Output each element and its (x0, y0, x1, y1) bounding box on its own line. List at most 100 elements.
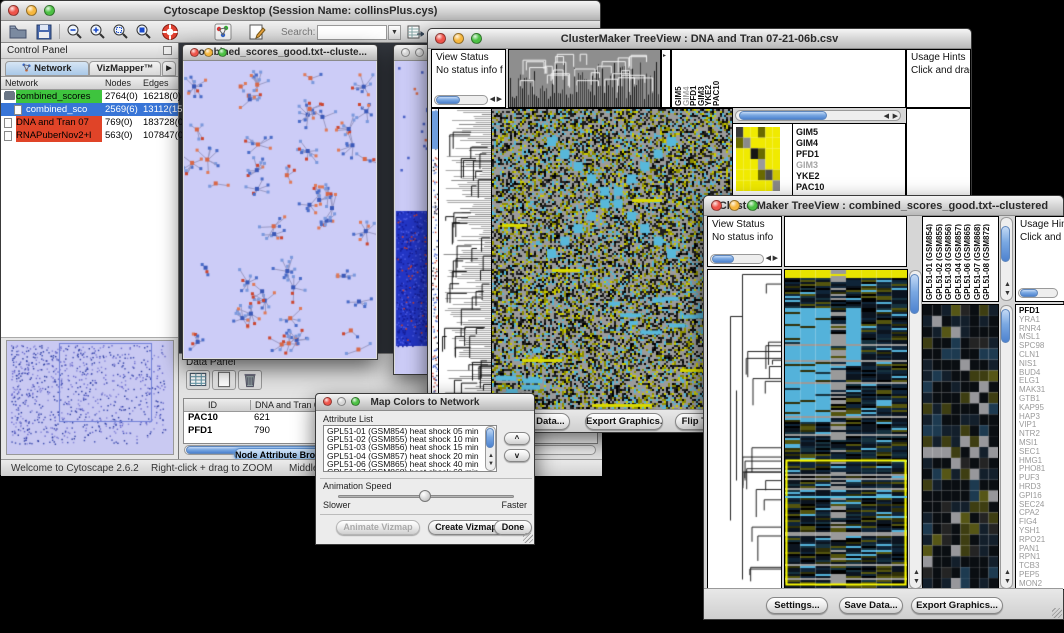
zoom-window-button[interactable] (351, 397, 360, 406)
close-button[interactable] (711, 200, 722, 211)
network-table-row[interactable]: RNAPuberNov2+l 563(0) 107847(0) (1, 129, 178, 142)
save-icon[interactable] (35, 23, 53, 41)
close-button[interactable] (401, 48, 410, 57)
network-table-row[interactable]: combined_sco 2569(6) 13112(15) (1, 103, 178, 116)
search-input[interactable] (317, 25, 387, 40)
tv1-column-dendrogram-panel[interactable] (508, 49, 661, 108)
treeview1-titlebar[interactable]: ClusterMaker TreeView : DNA and Tran 07-… (428, 29, 971, 49)
tv2-column-dendrogram-panel[interactable] (784, 216, 907, 267)
zoomed-heatmap[interactable] (736, 127, 780, 191)
zoom-window-button[interactable] (747, 200, 758, 211)
zoom-out-icon[interactable] (65, 23, 83, 41)
attribute-list-vscrollbar[interactable]: ▲ ▼ (485, 426, 496, 471)
resize-grip[interactable] (523, 533, 533, 543)
select-attributes-icon[interactable] (186, 370, 210, 390)
scroll-down-icon[interactable]: ▼ (488, 461, 494, 468)
scroll-left-icon[interactable]: ◀ (766, 255, 771, 262)
minimize-button[interactable] (729, 200, 740, 211)
zoom-in-icon[interactable] (88, 23, 106, 41)
annotation-icon[interactable] (248, 23, 266, 41)
row-dendrogram[interactable] (439, 109, 491, 410)
scroll-up-icon[interactable]: ▲ (1004, 569, 1011, 576)
scroll-right-icon[interactable]: ▶ (893, 113, 898, 120)
minimize-button[interactable] (26, 5, 37, 16)
network-table-row[interactable]: combined_scores 2764(0) 16218(0) (1, 90, 178, 103)
scroll-right-icon[interactable]: ▶ (773, 255, 778, 262)
tv2-zoom-vscrollbar[interactable]: ▲ ▼ (1000, 305, 1013, 589)
tv1-zoom-hscrollbar[interactable]: ◀ ▶ (735, 110, 901, 121)
search-dropdown-button[interactable]: ▼ (388, 25, 401, 40)
minimize-button[interactable] (204, 48, 213, 57)
scrollbar-thumb[interactable] (1001, 309, 1010, 343)
scroll-up-icon[interactable]: ▲ (913, 569, 920, 576)
usage-hscrollbar[interactable] (1018, 288, 1058, 298)
zoomed-heatmap[interactable] (923, 305, 998, 589)
minimize-button[interactable] (337, 397, 346, 406)
tab-network[interactable]: Network (5, 61, 89, 76)
speed-slider-thumb[interactable] (419, 490, 431, 502)
help-lifering-icon[interactable] (161, 23, 179, 41)
settings-button[interactable]: Settings... (766, 597, 828, 614)
scroll-up-icon[interactable]: ▲ (1004, 281, 1011, 288)
zoom-window-button[interactable] (471, 33, 482, 44)
minimize-button[interactable] (415, 48, 424, 57)
view-status-hscrollbar[interactable] (710, 254, 764, 264)
animate-vizmap-button[interactable]: Animate Vizmap (336, 520, 420, 535)
tv2-heatmap-vscrollbar[interactable]: ▲ ▼ (909, 270, 922, 589)
close-button[interactable] (190, 48, 199, 57)
tab-overflow-arrow[interactable]: ▶ (162, 61, 176, 76)
heatmap[interactable] (492, 109, 732, 410)
scrollbar-thumb[interactable] (739, 111, 827, 120)
move-down-button[interactable]: v (504, 449, 530, 462)
attribute-list[interactable]: GPL51-01 (GSM854) heat shock 05 minGPL51… (323, 425, 497, 472)
view-status-hscrollbar[interactable] (434, 95, 488, 105)
tv2-zoom-heatmap-panel[interactable] (922, 304, 999, 590)
export-table-icon[interactable] (406, 23, 424, 41)
attribute-item[interactable]: GPL51-07 (GSM868) heat shock 60 min (324, 468, 496, 472)
main-window-titlebar[interactable]: Cytoscape Desktop (Session Name: collins… (1, 1, 600, 21)
resize-grip[interactable] (1052, 608, 1062, 618)
heatmap[interactable] (785, 270, 907, 589)
move-up-button[interactable]: ^ (504, 432, 530, 445)
tv2-row-dendrogram-panel[interactable] (707, 269, 782, 590)
scrollbar-thumb[interactable] (712, 255, 734, 263)
close-button[interactable] (323, 397, 332, 406)
network-canvas[interactable] (184, 61, 376, 358)
tv1-row-dendrogram-panel[interactable] (438, 108, 492, 411)
scrollbar-thumb[interactable] (1020, 289, 1038, 297)
tv1-heatmap-panel[interactable] (491, 108, 733, 411)
close-button[interactable] (8, 5, 19, 16)
scroll-down-icon[interactable]: ▼ (1004, 290, 1011, 297)
scroll-up-icon[interactable]: ▲ (488, 453, 494, 460)
scrollbar-thumb[interactable] (486, 428, 494, 448)
scrollbar-thumb[interactable] (436, 96, 460, 104)
float-panel-icon[interactable] (163, 46, 172, 55)
minimize-button[interactable] (453, 33, 464, 44)
tv1-splitter-strip[interactable]: ▸ (661, 49, 671, 108)
zoom-fit-icon[interactable] (134, 23, 152, 41)
open-folder-icon[interactable] (9, 23, 27, 41)
column-dendrogram[interactable] (509, 50, 660, 107)
network-table-row[interactable]: DNA and Tran 07 769(0) 183728(0) (1, 116, 178, 129)
zoom-selected-icon[interactable] (111, 23, 129, 41)
scroll-right-icon[interactable]: ▶ (497, 96, 502, 103)
scrollbar-thumb[interactable] (910, 274, 919, 314)
tab-vizmapper[interactable]: VizMapper™ (89, 61, 161, 76)
zoom-window-button[interactable] (218, 48, 227, 57)
tv2-collabel-vscrollbar[interactable]: ▲ ▼ (1000, 217, 1013, 301)
export-graphics-button[interactable]: Export Graphics... (585, 413, 663, 430)
scroll-left-icon[interactable]: ◀ (884, 113, 889, 120)
delete-attribute-trash-icon[interactable] (238, 370, 262, 390)
scroll-down-icon[interactable]: ▼ (1004, 578, 1011, 585)
new-attribute-icon[interactable] (212, 370, 236, 390)
save-data-button[interactable]: Save Data... (839, 597, 903, 614)
expand-icon[interactable]: ▸ (663, 53, 666, 60)
scroll-down-icon[interactable]: ▼ (913, 578, 920, 585)
zoom-window-button[interactable] (44, 5, 55, 16)
create-vizmap-button[interactable]: Create Vizmap (428, 520, 504, 535)
tv2-heatmap-panel[interactable] (784, 269, 908, 590)
export-graphics-button[interactable]: Export Graphics... (911, 597, 1003, 614)
birdseye-overview[interactable] (6, 340, 174, 455)
close-button[interactable] (435, 33, 446, 44)
scroll-left-icon[interactable]: ◀ (490, 96, 495, 103)
